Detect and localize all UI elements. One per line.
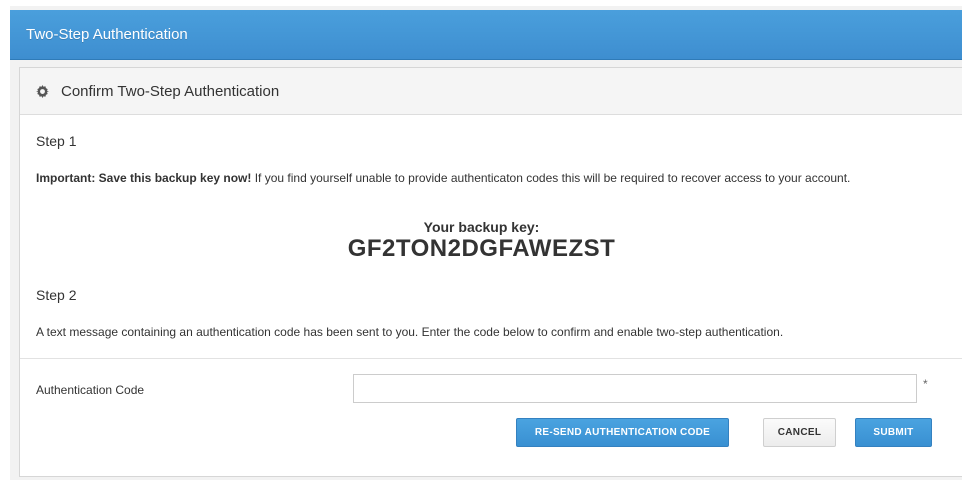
gear-icon (36, 84, 49, 98)
step2-heading: Step 2 (36, 287, 77, 303)
backup-key-notice-text: If you find yourself unable to provide a… (251, 171, 851, 185)
cancel-button[interactable]: CANCEL (763, 418, 836, 447)
backup-key-value: GF2TON2DGFAWEZST (347, 235, 616, 262)
step1-heading: Step 1 (36, 133, 77, 149)
auth-code-input[interactable] (353, 374, 917, 403)
backup-key-label: Your backup key: (423, 219, 540, 235)
code-sent-message: A text message containing an authenticat… (36, 325, 784, 339)
auth-code-label: Authentication Code (36, 383, 145, 397)
backup-key-warning: Important: Save this backup key now! (36, 171, 252, 185)
required-marker: * (923, 377, 928, 391)
divider (20, 358, 962, 359)
submit-button[interactable]: SUBMIT (855, 418, 932, 447)
panel-title: Confirm Two-Step Authentication (61, 82, 280, 100)
resend-code-button[interactable]: RE-SEND AUTHENTICATION CODE (516, 418, 729, 447)
page-title: Two-Step Authentication (26, 26, 188, 43)
page-header: Two-Step Authentication (10, 10, 962, 60)
backup-key-notice: Important: Save this backup key now! If … (36, 168, 941, 188)
panel-header: Confirm Two-Step Authentication (20, 68, 962, 115)
confirm-panel: Confirm Two-Step Authentication Step 1 I… (19, 67, 962, 477)
